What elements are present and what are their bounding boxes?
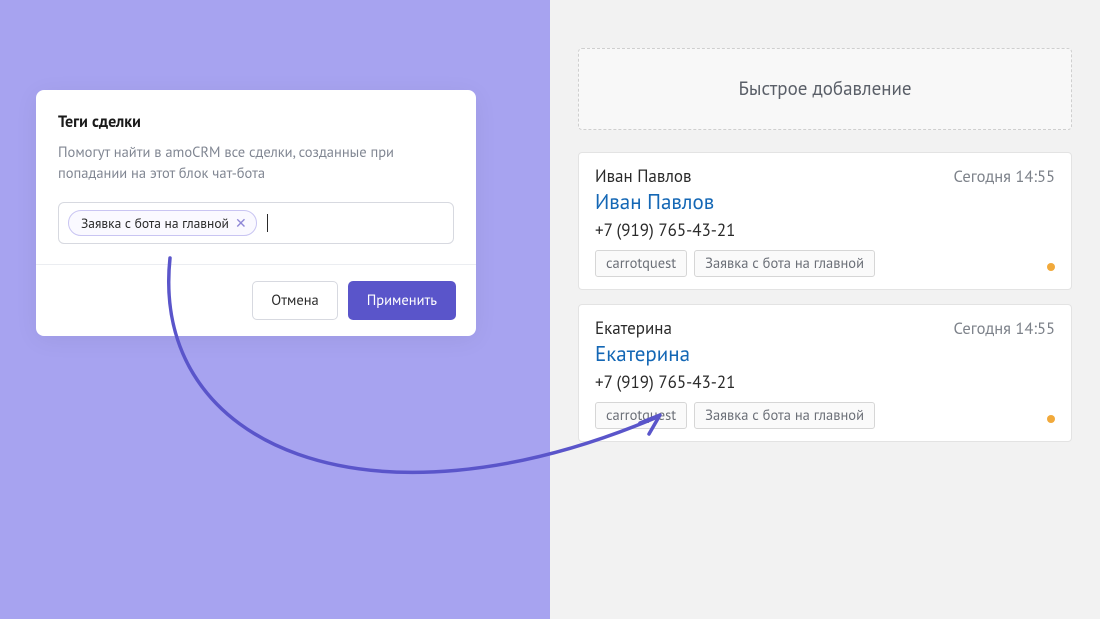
lead-phone: +7 (919) 765-43-21: [595, 371, 1055, 393]
lead-tags: carrotquest Заявка с бота на главной: [595, 250, 1055, 277]
lead-tag[interactable]: carrotquest: [595, 250, 687, 277]
lead-time: Сегодня 14:55: [954, 317, 1055, 339]
cancel-button[interactable]: Отмена: [252, 281, 337, 320]
card-description: Помогут найти в amoCRM все сделки, созда…: [58, 142, 454, 184]
lead-card[interactable]: Екатерина Сегодня 14:55 Екатерина +7 (91…: [578, 304, 1072, 442]
lead-tag[interactable]: carrotquest: [595, 402, 687, 429]
lead-tag[interactable]: Заявка с бота на главной: [694, 250, 875, 277]
tags-input[interactable]: Заявка с бота на главной ✕: [58, 202, 454, 244]
apply-button[interactable]: Применить: [348, 281, 456, 320]
lead-tags: carrotquest Заявка с бота на главной: [595, 402, 1055, 429]
card-title: Теги сделки: [58, 112, 454, 132]
lead-card[interactable]: Иван Павлов Сегодня 14:55 Иван Павлов +7…: [578, 152, 1072, 290]
tag-remove-icon[interactable]: ✕: [235, 216, 247, 230]
lead-contact-name: Иван Павлов: [595, 165, 691, 187]
lead-time: Сегодня 14:55: [954, 165, 1055, 187]
lead-title[interactable]: Екатерина: [595, 340, 1055, 367]
tag-text-input[interactable]: [276, 213, 444, 233]
tag-chip-label: Заявка с бота на главной: [81, 214, 229, 232]
text-cursor: [267, 214, 268, 232]
left-panel: Теги сделки Помогут найти в amoCRM все с…: [0, 0, 550, 619]
tag-chip[interactable]: Заявка с бота на главной ✕: [68, 210, 257, 236]
lead-title[interactable]: Иван Павлов: [595, 188, 1055, 215]
deal-tags-card: Теги сделки Помогут найти в amoCRM все с…: [36, 90, 476, 336]
lead-tag[interactable]: Заявка с бота на главной: [694, 402, 875, 429]
lead-phone: +7 (919) 765-43-21: [595, 219, 1055, 241]
status-dot-icon: [1047, 263, 1055, 271]
quick-add-zone[interactable]: Быстрое добавление: [578, 48, 1072, 130]
card-footer: Отмена Применить: [36, 264, 476, 336]
lead-contact-name: Екатерина: [595, 317, 672, 339]
right-panel: Быстрое добавление Иван Павлов Сегодня 1…: [550, 0, 1100, 619]
status-dot-icon: [1047, 415, 1055, 423]
